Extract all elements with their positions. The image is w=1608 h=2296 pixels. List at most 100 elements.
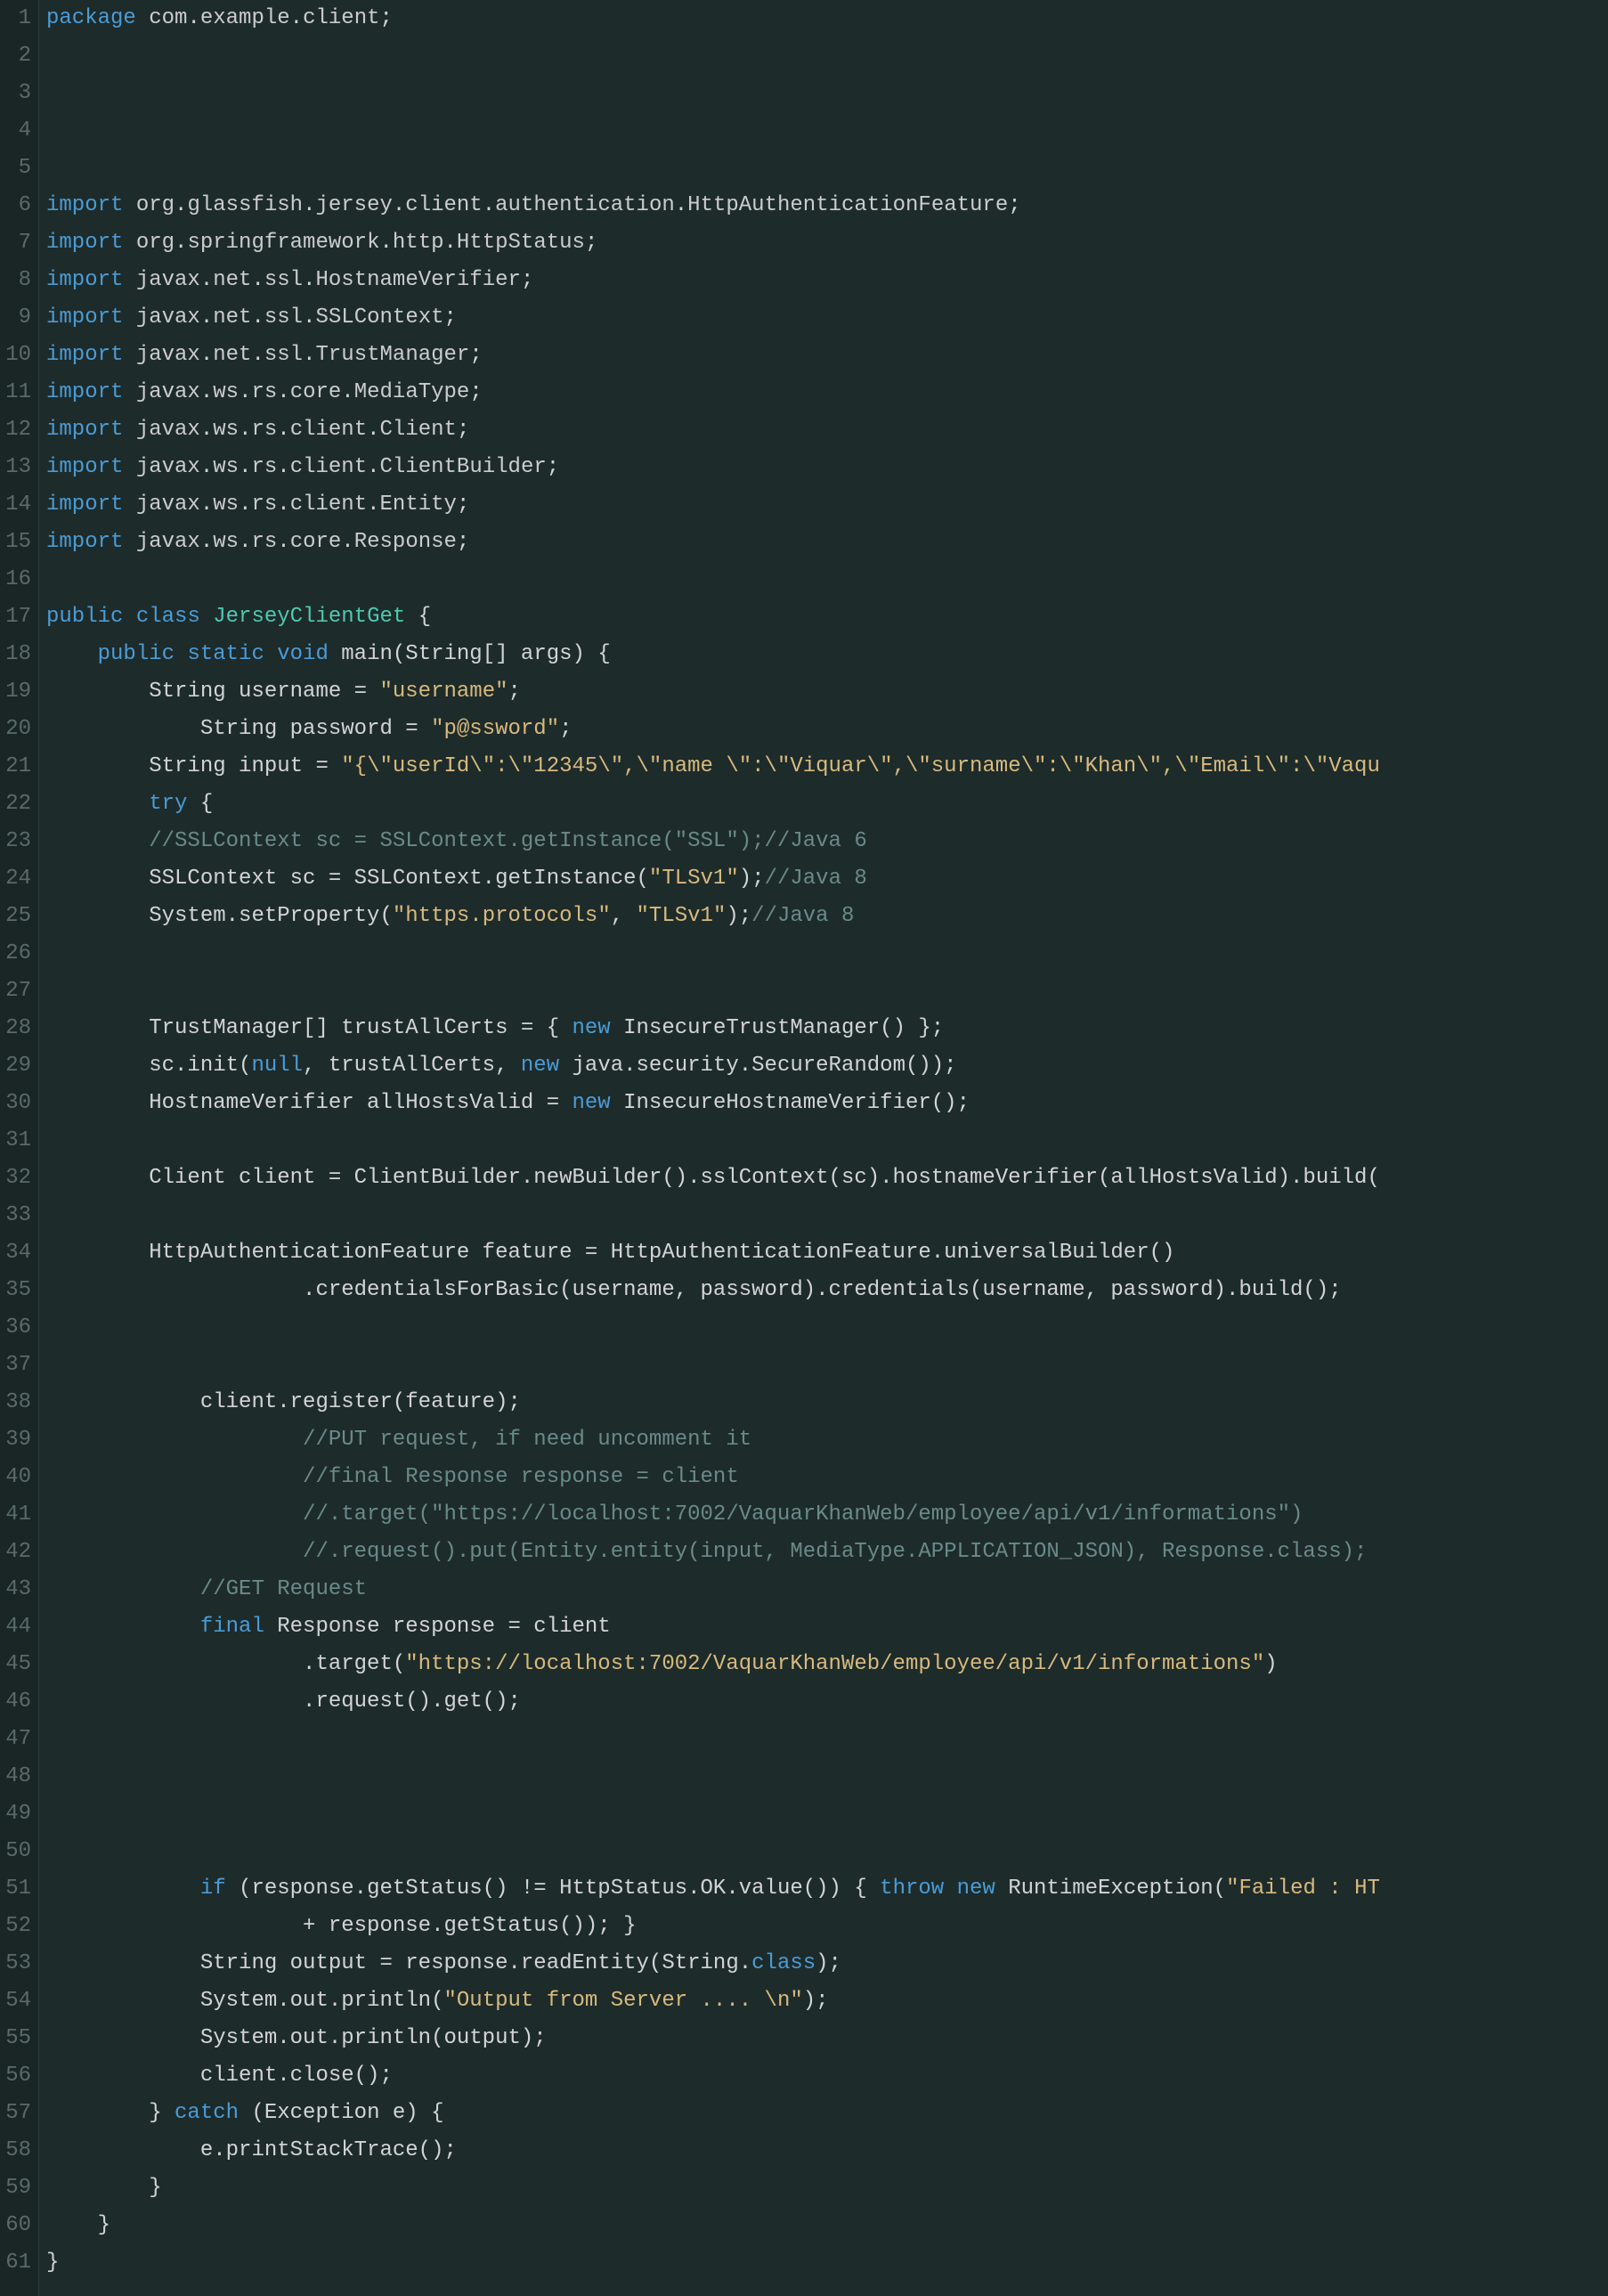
code-line[interactable]: public class JerseyClientGet { — [46, 598, 1608, 636]
code-line[interactable] — [46, 112, 1608, 150]
code-line[interactable]: package com.example.client; — [46, 0, 1608, 37]
code-line[interactable] — [46, 1122, 1608, 1160]
token-dot: . — [303, 305, 315, 330]
code-line[interactable]: } catch (Exception e) { — [46, 2095, 1608, 2132]
token-kw: import — [46, 268, 123, 292]
code-line[interactable]: //SSLContext sc = SSLContext.getInstance… — [46, 823, 1608, 860]
token-kw: import — [46, 193, 123, 217]
code-line[interactable]: public static void main(String[] args) { — [46, 636, 1608, 673]
code-line[interactable]: SSLContext sc = SSLContext.getInstance("… — [46, 860, 1608, 898]
code-line[interactable]: Client client = ClientBuilder.newBuilder… — [46, 1160, 1608, 1197]
code-line[interactable]: e.printStackTrace(); — [46, 2132, 1608, 2170]
code-line[interactable]: //PUT request, if need uncomment it — [46, 1421, 1608, 1459]
code-line[interactable] — [46, 973, 1608, 1010]
code-line[interactable]: } — [46, 2170, 1608, 2207]
token-dot: . — [277, 530, 289, 554]
token-ident: Client client = ClientBuilder.newBuilder… — [46, 1166, 1380, 1190]
token-str: "p@ssword" — [431, 717, 559, 741]
code-line[interactable]: } — [46, 2244, 1608, 2282]
token-ident — [123, 605, 135, 629]
code-line[interactable] — [46, 1795, 1608, 1833]
code-line[interactable]: //GET Request — [46, 1571, 1608, 1608]
code-line[interactable]: client.register(feature); — [46, 1384, 1608, 1421]
token-pale: jersey — [315, 193, 392, 217]
code-line[interactable]: String password = "p@ssword"; — [46, 711, 1608, 748]
token-kw: import — [46, 380, 123, 404]
code-line[interactable]: import javax.ws.rs.client.Entity; — [46, 486, 1608, 524]
line-number: 27 — [4, 973, 31, 1010]
token-pale: example — [200, 6, 290, 30]
code-line[interactable]: //.request().put(Entity.entity(input, Me… — [46, 1534, 1608, 1571]
code-line[interactable]: String username = "username"; — [46, 673, 1608, 711]
code-line[interactable]: //final Response response = client — [46, 1459, 1608, 1496]
code-line[interactable] — [46, 1758, 1608, 1795]
code-line[interactable]: import org.springframework.http.HttpStat… — [46, 224, 1608, 262]
line-number: 43 — [4, 1571, 31, 1608]
token-pale: Client — [380, 418, 457, 442]
line-number: 39 — [4, 1421, 31, 1459]
code-line[interactable]: client.close(); — [46, 2057, 1608, 2095]
code-line[interactable] — [46, 561, 1608, 598]
line-number: 40 — [4, 1459, 31, 1496]
line-number: 15 — [4, 524, 31, 561]
code-line[interactable]: import javax.ws.rs.core.MediaType; — [46, 374, 1608, 411]
token-dot: . — [483, 193, 495, 217]
code-line[interactable]: + response.getStatus()); } — [46, 1908, 1608, 1945]
token-dot: . — [367, 418, 379, 442]
code-line[interactable]: HostnameVerifier allHostsValid = new Ins… — [46, 1085, 1608, 1122]
code-line[interactable]: if (response.getStatus() != HttpStatus.O… — [46, 1870, 1608, 1908]
code-line[interactable]: HttpAuthenticationFeature feature = Http… — [46, 1234, 1608, 1272]
code-line[interactable]: import javax.net.ssl.TrustManager; — [46, 337, 1608, 374]
code-line[interactable]: import org.glassfish.jersey.client.authe… — [46, 187, 1608, 224]
token-ident: , trustAllCerts, — [303, 1054, 521, 1078]
code-line[interactable]: import javax.net.ssl.HostnameVerifier; — [46, 262, 1608, 299]
code-content[interactable]: package com.example.client; import org.g… — [39, 0, 1608, 2296]
code-editor[interactable]: 1234567891011121314151617181920212223242… — [0, 0, 1608, 2296]
token-ident: ; — [457, 530, 469, 554]
code-line[interactable]: import javax.net.ssl.SSLContext; — [46, 299, 1608, 337]
code-line[interactable] — [46, 1309, 1608, 1347]
code-line[interactable]: import javax.ws.rs.core.Response; — [46, 524, 1608, 561]
code-line[interactable] — [46, 1197, 1608, 1234]
token-pale: rs — [251, 455, 277, 479]
token-ident: client.close(); — [46, 2064, 393, 2088]
code-line[interactable]: final Response response = client — [46, 1608, 1608, 1646]
token-ident: ; — [1008, 193, 1020, 217]
token-kw: null — [251, 1054, 303, 1078]
code-line[interactable]: } — [46, 2207, 1608, 2244]
code-line[interactable]: String output = response.readEntity(Stri… — [46, 1945, 1608, 1983]
code-line[interactable]: System.setProperty("https.protocols", "T… — [46, 898, 1608, 935]
code-line[interactable] — [46, 1721, 1608, 1758]
code-line[interactable]: .request().get(); — [46, 1683, 1608, 1721]
token-pale: ws — [213, 380, 239, 404]
token-pale: SSLContext — [316, 305, 444, 330]
code-line[interactable]: TrustManager[] trustAllCerts = { new Ins… — [46, 1010, 1608, 1047]
line-number: 46 — [4, 1683, 31, 1721]
code-line[interactable]: import javax.ws.rs.client.ClientBuilder; — [46, 449, 1608, 486]
code-line[interactable]: String input = "{\"userId\":\"12345\",\"… — [46, 748, 1608, 786]
token-ident: + response.getStatus()); } — [46, 1914, 637, 1938]
code-line[interactable] — [46, 75, 1608, 112]
token-pale: MediaType — [354, 380, 470, 404]
code-line[interactable]: System.out.println(output); — [46, 2020, 1608, 2057]
token-kw: import — [46, 455, 123, 479]
code-line[interactable]: .credentialsForBasic(username, password)… — [46, 1272, 1608, 1309]
code-line[interactable] — [46, 1833, 1608, 1870]
code-line[interactable]: System.out.println("Output from Server .… — [46, 1983, 1608, 2020]
line-number: 50 — [4, 1833, 31, 1870]
code-line[interactable]: //.target("https://localhost:7002/Vaquar… — [46, 1496, 1608, 1534]
code-line[interactable] — [46, 1347, 1608, 1384]
code-line[interactable] — [46, 150, 1608, 187]
line-number: 38 — [4, 1384, 31, 1421]
line-number: 3 — [4, 75, 31, 112]
token-dot: . — [290, 6, 303, 30]
token-dot: . — [303, 343, 315, 367]
code-line[interactable]: try { — [46, 786, 1608, 823]
code-line[interactable] — [46, 37, 1608, 75]
code-line[interactable]: .target("https://localhost:7002/VaquarKh… — [46, 1646, 1608, 1683]
code-line[interactable]: import javax.ws.rs.client.Client; — [46, 411, 1608, 449]
token-pale: client — [303, 6, 379, 30]
code-line[interactable]: sc.init(null, trustAllCerts, new java.se… — [46, 1047, 1608, 1085]
token-ident: ); — [726, 904, 751, 928]
code-line[interactable] — [46, 935, 1608, 973]
